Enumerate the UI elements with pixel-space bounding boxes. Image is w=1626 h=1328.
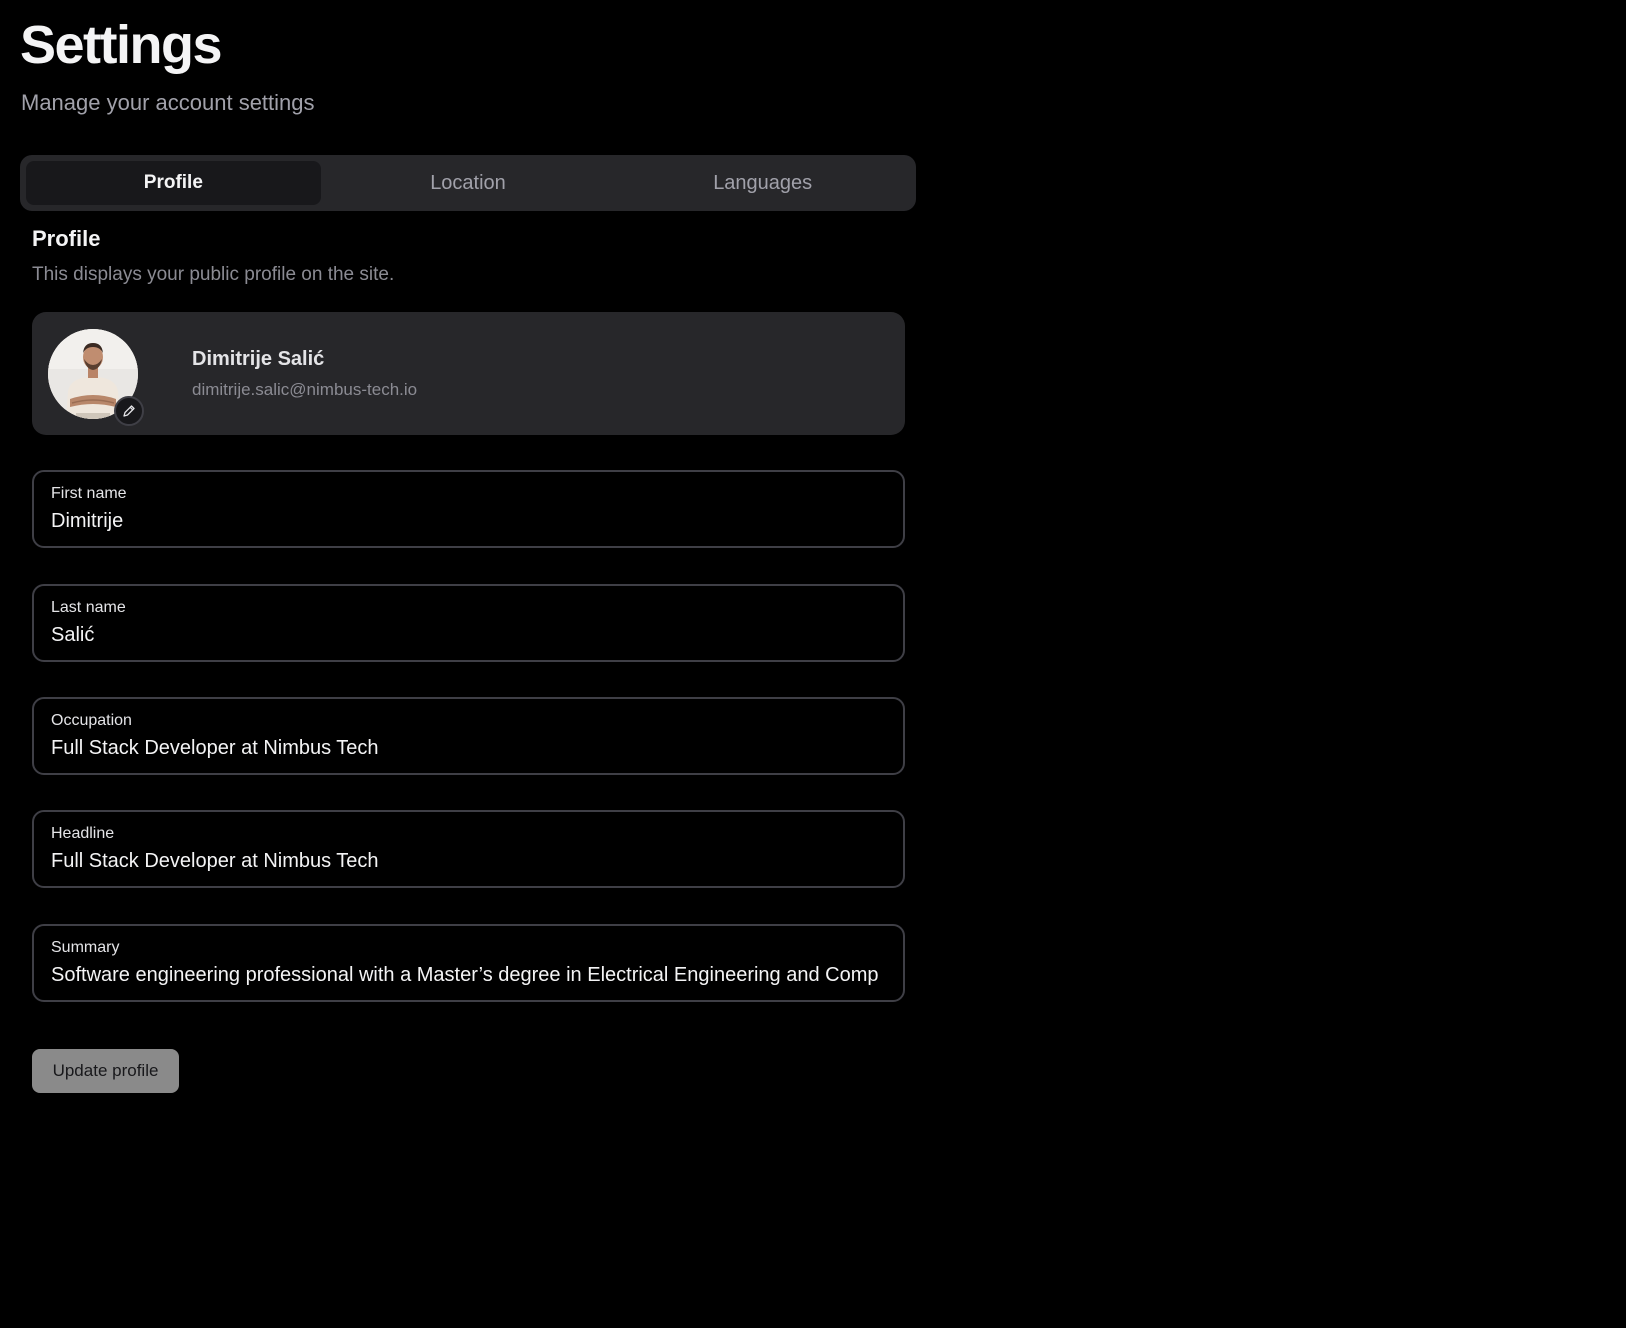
pencil-icon (123, 405, 135, 417)
headline-field: Headline (32, 810, 905, 888)
section-description: This displays your public profile on the… (32, 264, 395, 285)
occupation-field: Occupation (32, 697, 905, 775)
settings-tabs: Profile Location Languages (20, 155, 916, 211)
user-email: dimitrije.salic@nimbus-tech.io (192, 380, 418, 399)
tab-languages[interactable]: Languages (615, 161, 910, 205)
user-name: Dimitrije Salić (192, 348, 325, 370)
edit-avatar-button[interactable] (114, 396, 144, 426)
update-profile-button[interactable]: Update profile (32, 1049, 179, 1093)
last-name-label: Last name (51, 599, 126, 616)
summary-input[interactable] (51, 962, 886, 988)
summary-field: Summary (32, 924, 905, 1002)
headline-input[interactable] (51, 848, 886, 874)
tab-location[interactable]: Location (321, 161, 616, 205)
occupation-input[interactable] (51, 735, 886, 761)
tab-profile[interactable]: Profile (26, 161, 321, 205)
section-title: Profile (32, 226, 101, 251)
summary-label: Summary (51, 939, 120, 956)
page-title: Settings (20, 15, 223, 75)
settings-page: Settings Manage your account settings Pr… (0, 0, 1626, 1328)
first-name-input[interactable] (51, 508, 886, 534)
first-name-field: First name (32, 470, 905, 548)
occupation-label: Occupation (51, 712, 132, 729)
first-name-label: First name (51, 485, 127, 502)
last-name-input[interactable] (51, 622, 886, 648)
profile-card: Dimitrije Salić dimitrije.salic@nimbus-t… (32, 312, 905, 435)
last-name-field: Last name (32, 584, 905, 662)
page-subtitle: Manage your account settings (21, 90, 315, 115)
headline-label: Headline (51, 825, 115, 842)
